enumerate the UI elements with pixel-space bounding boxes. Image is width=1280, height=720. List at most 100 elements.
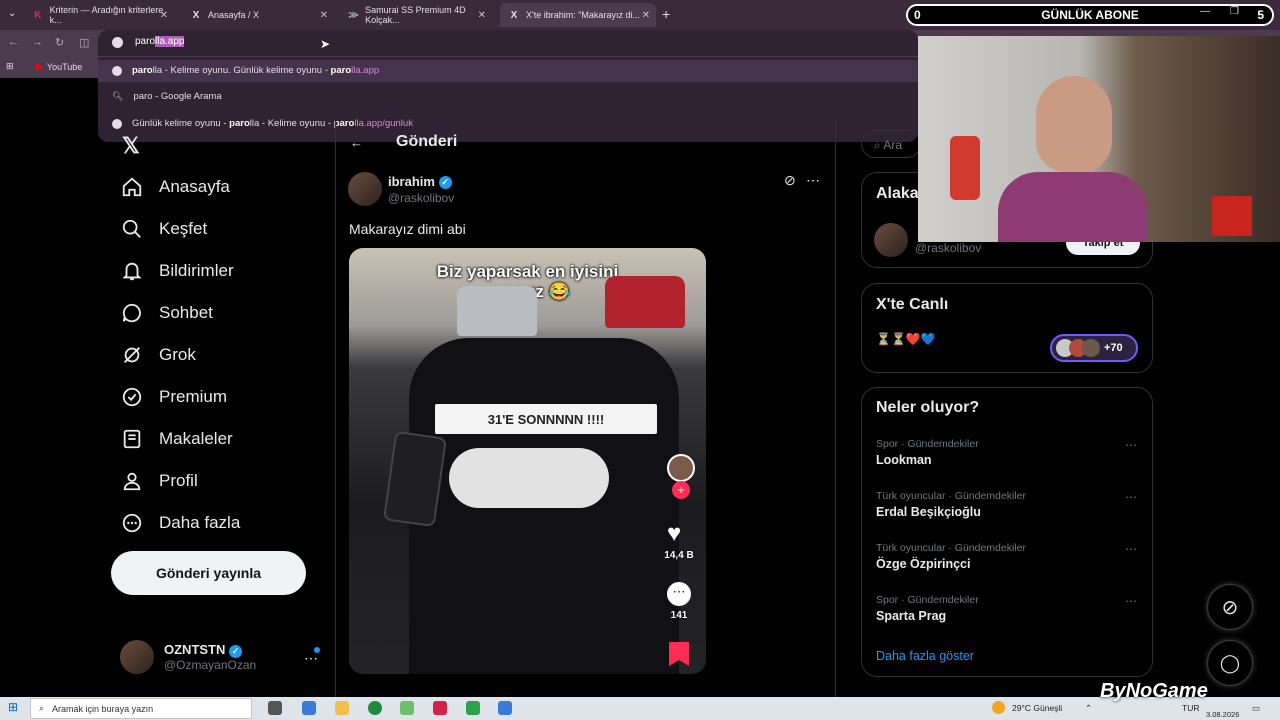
search-icon: ⌕ — [39, 703, 45, 713]
post-button[interactable]: Gönderi yayınla — [111, 551, 306, 595]
author-handle[interactable]: @raskolibov — [388, 191, 454, 205]
messages-float-button[interactable]: ◯ — [1207, 640, 1253, 686]
article-icon — [123, 429, 141, 449]
search-input[interactable]: ⌕ Ara — [861, 130, 921, 158]
minimize-icon[interactable]: — — [1200, 6, 1210, 17]
notification-icon[interactable]: ▭ — [1252, 703, 1260, 714]
more-horizontal-icon[interactable]: ⋯ — [1125, 542, 1138, 556]
grok-float-button[interactable]: ⊘ — [1207, 584, 1253, 630]
more-horizontal-icon[interactable]: ⋯ — [806, 172, 820, 189]
more-horizontal-icon[interactable]: ⋯ — [1125, 490, 1138, 504]
input-language[interactable]: TUR — [1182, 703, 1199, 713]
live-listeners-button[interactable]: +70 — [1050, 334, 1138, 362]
account-switcher[interactable]: OZNTSTN ✓ @OzmayanOzan — [120, 640, 256, 674]
trend-item[interactable]: Spor · Gündemdekiler Lookman — [876, 438, 979, 467]
clock-date[interactable]: 3.08.2026 — [1206, 710, 1239, 719]
youtube-icon: ▶ — [36, 61, 43, 71]
x-logo-icon[interactable]: 𝕏 — [122, 133, 140, 159]
x-favicon-icon: X — [192, 9, 200, 21]
follow-plus-icon[interactable]: + — [672, 481, 690, 499]
tab-title: X'te ibrahim: "Makarayız di... — [526, 10, 640, 20]
site-favicon-icon — [112, 37, 123, 48]
sidebar-item-label: Anasayfa — [159, 177, 230, 196]
listener-count: +70 — [1104, 342, 1123, 354]
sidebar-item-label: Keşfet — [159, 219, 208, 238]
heart-icon[interactable]: ♥ — [667, 520, 681, 548]
chrome-icon[interactable] — [368, 701, 382, 715]
trend-item[interactable]: Spor · Gündemdekiler Sparta Prag — [876, 594, 979, 623]
suggestion-parolla[interactable]: parolla - Kelime oyunu. Günlük kelime oy… — [112, 65, 379, 76]
address-input[interactable]: parolla.app — [135, 36, 185, 47]
file-explorer-icon[interactable] — [335, 701, 349, 715]
chevron-up-icon[interactable]: ⌃ — [1085, 703, 1092, 714]
obs-icon[interactable] — [433, 701, 447, 715]
sidebar-item-grok[interactable]: Grok — [121, 344, 196, 366]
card-title: X'te Canlı — [876, 296, 949, 313]
trend-item[interactable]: Türk oyuncular · Gündemdekiler Özge Özpir… — [876, 542, 1026, 571]
tab-kriterin[interactable]: K Kriterin — Aradığın kriterlere k... ✕ — [24, 3, 174, 27]
bookmark-icon[interactable] — [669, 642, 689, 666]
live-space-title[interactable]: ⏳⏳❤️💙 — [876, 332, 936, 346]
close-icon[interactable]: ✕ — [642, 10, 650, 21]
weather-text[interactable]: 29°C Güneşli — [1012, 703, 1062, 713]
bookmark-youtube[interactable]: ▶ YouTube — [36, 61, 82, 72]
app-icon[interactable] — [466, 701, 480, 715]
avatar[interactable] — [874, 223, 908, 257]
tweet-video[interactable]: Biz yaparsak en iyisiniyaparız 😂 31'E SO… — [349, 248, 706, 674]
streamer-shirt — [998, 172, 1148, 242]
close-icon[interactable]: ✕ — [478, 10, 486, 21]
suggestion-google-search[interactable]: 🔍︎ paro - Google Arama — [112, 91, 222, 102]
address-typed: paro — [135, 36, 156, 47]
sidebar-item-sohbet[interactable]: Sohbet — [121, 302, 213, 324]
sidebar-item-premium[interactable]: Premium — [121, 386, 227, 408]
app-icon[interactable] — [498, 701, 512, 715]
tab-anasayfa[interactable]: X Anasayfa / X ✕ — [182, 3, 334, 27]
apps-grid-icon[interactable]: ⊞ — [6, 61, 14, 72]
more-horizontal-icon[interactable]: ⋯ — [1125, 594, 1138, 608]
sidebar-item-label: Premium — [159, 387, 228, 406]
chat-icon — [122, 303, 141, 323]
sidebar-item-profil[interactable]: Profil — [121, 470, 198, 492]
trend-item[interactable]: Türk oyuncular · Gündemdekiler Erdal Beşi… — [876, 490, 1026, 519]
premium-icon — [122, 387, 142, 407]
sidebar-item-kesfet[interactable]: Keşfet — [121, 218, 207, 240]
notepad-icon[interactable] — [400, 701, 414, 715]
person-icon — [123, 472, 141, 491]
tab-ibrahim[interactable]: X X'te ibrahim: "Makarayız di... ✕ — [500, 3, 656, 27]
creator-avatar[interactable] — [667, 454, 695, 482]
close-icon[interactable]: ✕ — [320, 10, 328, 21]
author-name[interactable]: ibrahim ✓ — [388, 174, 452, 190]
more-horizontal-icon[interactable]: ⋯ — [1125, 438, 1138, 452]
sidebar-item-makaleler[interactable]: Makaleler — [121, 428, 233, 450]
grok-icon[interactable]: ⊘ — [784, 172, 796, 189]
new-tab-plus-icon[interactable]: + — [662, 6, 670, 22]
author-avatar[interactable] — [348, 172, 382, 206]
trend-name: Lookman — [876, 453, 932, 467]
maximize-icon[interactable]: ❐ — [1230, 6, 1239, 17]
site-icon — [112, 65, 122, 76]
split-view-icon[interactable]: ◫ — [79, 36, 89, 49]
address-bar[interactable] — [98, 30, 918, 58]
sidebar-item-anasayfa[interactable]: Anasayfa — [121, 176, 230, 198]
page-title: Gönderi — [396, 133, 458, 150]
comment-icon[interactable]: ⋯ — [667, 582, 691, 606]
sidebar-item-bildirimler[interactable]: Bildirimler — [121, 260, 234, 282]
close-icon[interactable]: ✕ — [160, 10, 168, 21]
sidebar-item-label: Grok — [159, 345, 196, 364]
avatar — [120, 640, 154, 674]
back-arrow-icon[interactable]: ← — [8, 36, 19, 48]
sidebar-item-daha-fazla[interactable]: Daha fazla — [121, 512, 240, 534]
back-arrow-icon[interactable]: ← — [350, 135, 363, 150]
tab-samurai[interactable]: ≫ Samurai SS Premium 4D Kolçak... ✕ — [340, 3, 492, 27]
avatar — [1082, 339, 1100, 357]
tab-list-chevron-icon[interactable]: ⌄ — [8, 8, 16, 19]
copilot-icon[interactable] — [302, 701, 316, 715]
suggestion-parolla-gunluk[interactable]: Günlük kelime oyunu - parolla - Kelime o… — [112, 118, 413, 129]
show-more-link[interactable]: Daha fazla göster — [876, 649, 974, 663]
reload-icon[interactable]: ↻ — [55, 36, 64, 49]
relevant-handle[interactable]: @raskolibov — [915, 241, 981, 255]
windows-start-icon[interactable]: ⊞ — [8, 700, 18, 714]
taskbar-search[interactable]: ⌕ Aramak için buraya yazın — [30, 698, 252, 719]
forward-arrow-icon[interactable]: → — [32, 36, 43, 48]
task-view-icon[interactable] — [268, 701, 282, 715]
